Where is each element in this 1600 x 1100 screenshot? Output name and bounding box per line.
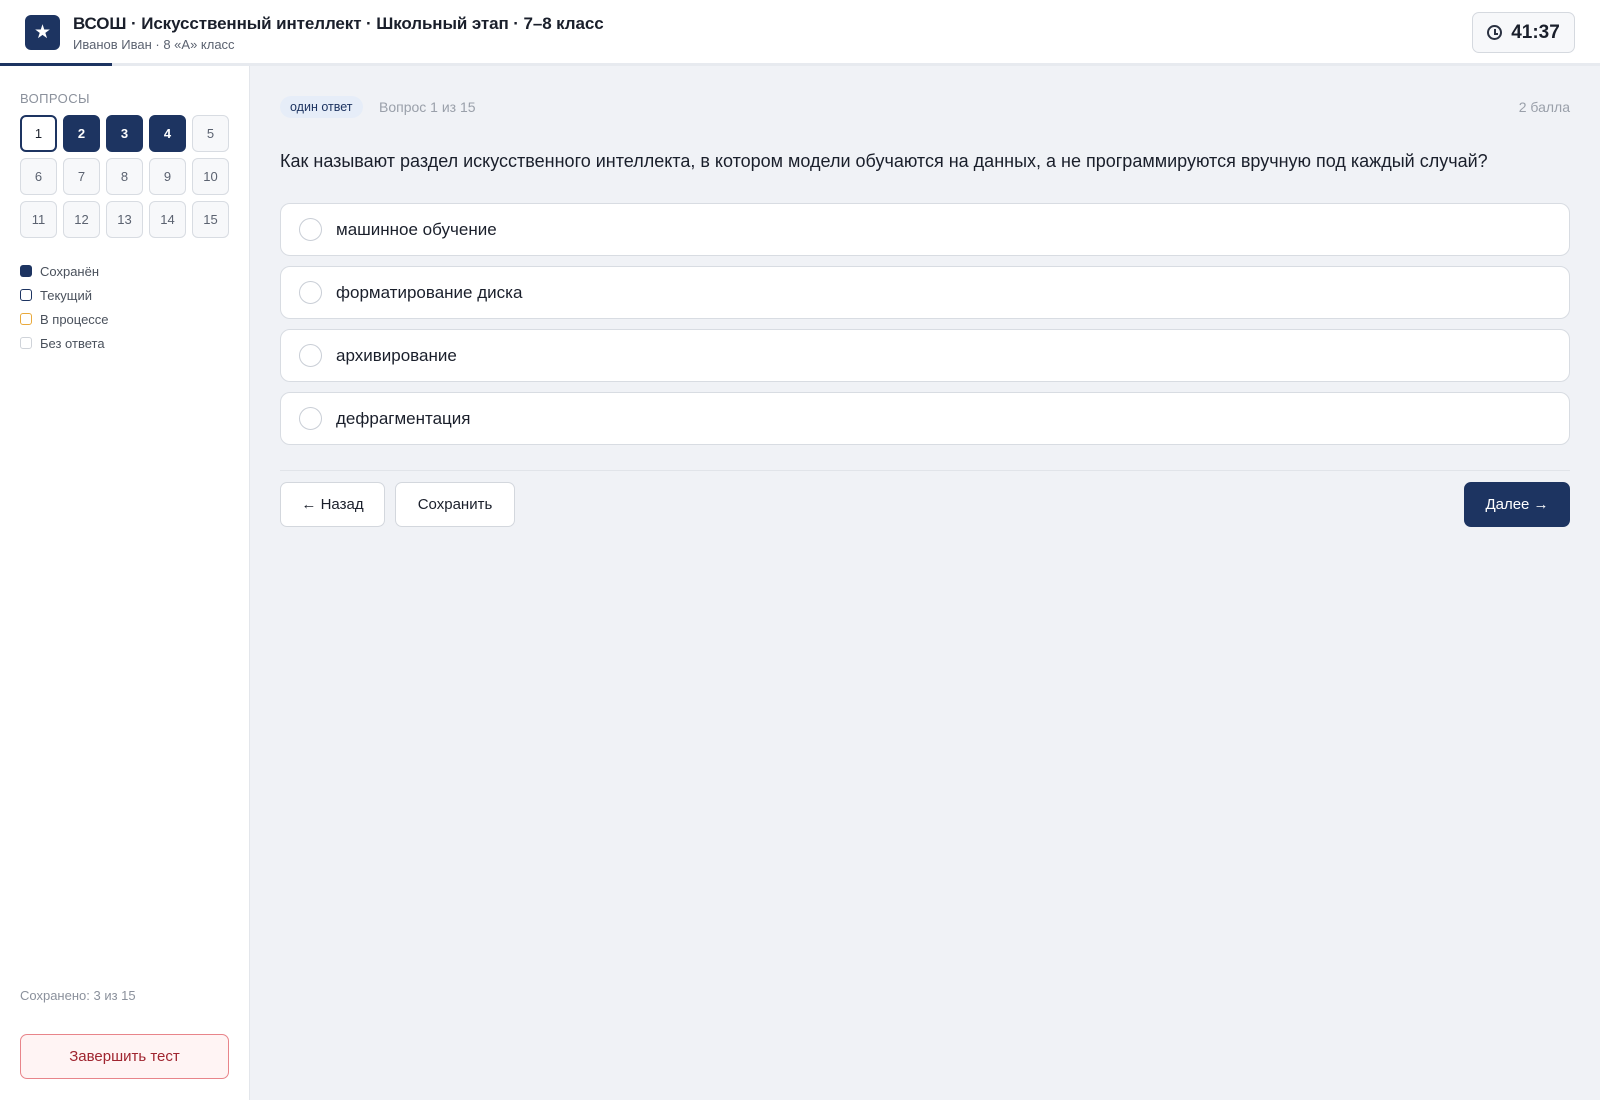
question-nav-button[interactable]: 6 xyxy=(20,158,57,195)
legend-item: Текущий xyxy=(20,283,109,307)
radio-button[interactable] xyxy=(299,281,322,304)
radio-button[interactable] xyxy=(299,218,322,241)
legend-swatch xyxy=(20,313,32,325)
radio-button[interactable] xyxy=(299,407,322,430)
legend-item: В процессе xyxy=(20,307,109,331)
question-nav-button[interactable]: 2 xyxy=(63,115,100,152)
legend-label: В процессе xyxy=(40,311,109,327)
answer-option-label: дефрагментация xyxy=(336,408,471,428)
question-nav-button[interactable]: 1 xyxy=(20,115,57,152)
legend-item: Сохранён xyxy=(20,259,109,283)
question-navigator: 1 2 3 4 5 6 7 8 9 10 11 12 13 14 15 xyxy=(20,115,229,238)
timer: 41:37 xyxy=(1472,12,1575,53)
radio-button[interactable] xyxy=(299,344,322,367)
answer-option-label: машинное обучение xyxy=(336,219,497,239)
page-title: ВСОШ · Искусственный интеллект · Школьны… xyxy=(73,14,604,33)
answer-option-label: форматирование диска xyxy=(336,282,523,302)
legend-swatch xyxy=(20,265,32,277)
answer-option[interactable]: машинное обучение xyxy=(280,203,1570,256)
question-meta: один ответ Вопрос 1 из 15 2 балла xyxy=(280,96,1570,120)
save-button[interactable]: Сохранить xyxy=(395,482,515,527)
question-counter: Вопрос 1 из 15 xyxy=(379,99,476,115)
star-logo-icon: ★ xyxy=(25,15,60,50)
title-block: ВСОШ · Искусственный интеллект · Школьны… xyxy=(73,14,604,52)
legend-label: Без ответа xyxy=(40,335,105,351)
answer-option[interactable]: дефрагментация xyxy=(280,392,1570,445)
question-nav-button[interactable]: 4 xyxy=(149,115,186,152)
legend: Сохранён Текущий В процессе Без ответа xyxy=(20,259,109,355)
timer-value: 41:37 xyxy=(1511,21,1560,43)
back-button[interactable]: ← Назад xyxy=(280,482,385,527)
question-nav-button[interactable]: 12 xyxy=(63,201,100,238)
question-nav-button[interactable]: 7 xyxy=(63,158,100,195)
question-nav-button[interactable]: 10 xyxy=(192,158,229,195)
question-nav-button[interactable]: 13 xyxy=(106,201,143,238)
question-nav-button[interactable]: 5 xyxy=(192,115,229,152)
question-points: 2 балла xyxy=(1518,99,1570,115)
question-type-badge: один ответ xyxy=(280,96,363,118)
legend-swatch xyxy=(20,337,32,349)
legend-item: Без ответа xyxy=(20,331,109,355)
questions-heading: ВОПРОСЫ xyxy=(20,91,90,106)
legend-label: Текущий xyxy=(40,287,92,303)
saved-count: Сохранено: 3 из 15 xyxy=(20,988,136,1003)
question-nav-button[interactable]: 9 xyxy=(149,158,186,195)
sidebar: ВОПРОСЫ 1 2 3 4 5 6 7 8 9 10 11 12 13 14 15 Сохранён Те… xyxy=(0,66,250,1100)
finish-test-button[interactable]: Завершить тест xyxy=(20,1034,229,1079)
question-nav-button[interactable]: 14 xyxy=(149,201,186,238)
legend-label: Сохранён xyxy=(40,263,100,279)
answer-options: машинное обучение форматирование диска а… xyxy=(280,203,1570,455)
next-button[interactable]: Далее → xyxy=(1464,482,1570,527)
answer-option[interactable]: форматирование диска xyxy=(280,266,1570,319)
question-text: Как называют раздел искусственного интел… xyxy=(280,151,1488,171)
answer-option-label: архивирование xyxy=(336,345,457,365)
legend-swatch xyxy=(20,289,32,301)
answer-option[interactable]: архивирование xyxy=(280,329,1570,382)
student-name: Иванов Иван · 8 «А» класс xyxy=(73,37,235,52)
question-nav-button[interactable]: 3 xyxy=(106,115,143,152)
clock-icon xyxy=(1487,25,1503,40)
question-nav-button[interactable]: 11 xyxy=(20,201,57,238)
divider xyxy=(280,470,1570,471)
question-nav-button[interactable]: 8 xyxy=(106,158,143,195)
question-nav-button[interactable]: 15 xyxy=(192,201,229,238)
top-header: ★ ВСОШ · Искусственный интеллект · Школь… xyxy=(0,0,1600,65)
